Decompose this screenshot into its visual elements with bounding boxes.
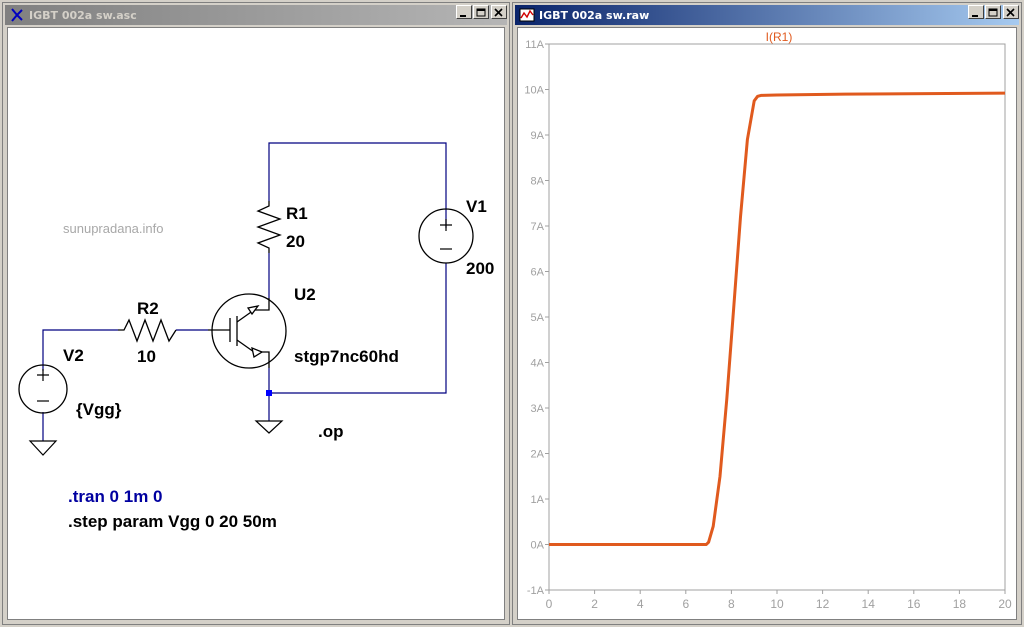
waveform-plot-area[interactable]: -1A 0A 1A 2A 3A 4A 5A 6A 7A 8A 9A 10A 11A 0 2 4 6 8 10 12 14…	[517, 27, 1017, 620]
minimize-button[interactable]	[456, 5, 472, 19]
trace-label-i-r1[interactable]: I(R1)	[766, 30, 793, 44]
waveform-titlebar[interactable]: IGBT 002a sw.raw	[515, 5, 1019, 25]
op-directive[interactable]: .op	[318, 422, 344, 441]
close-icon	[1006, 8, 1015, 17]
wires	[42, 142, 447, 441]
r1-name-label: R1	[286, 204, 308, 223]
y-tick-label: 3A	[531, 403, 545, 415]
trace-i-r1[interactable]	[549, 91, 1006, 546]
v1-value-label: 200	[466, 259, 494, 278]
igbt-u2-symbol[interactable]	[208, 293, 287, 369]
r1-value-label: 20	[286, 232, 305, 251]
step-directive[interactable]: .step param Vgg 0 20 50m	[68, 512, 277, 531]
maximize-button[interactable]	[473, 5, 489, 19]
voltage-source-v2-symbol[interactable]	[18, 364, 68, 414]
x-tick-label: 4	[637, 597, 644, 611]
y-tick-label: 9A	[531, 130, 545, 142]
schematic-canvas[interactable]: R1 20 R2 10 V1 200 V2 {Vgg} U2 stgp7nc60…	[7, 27, 505, 620]
u2-name-label: U2	[294, 285, 316, 304]
junction-dot	[266, 390, 272, 396]
schematic-window-title: IGBT 002a sw.asc	[29, 8, 137, 22]
ground-symbol-emitter	[254, 420, 284, 434]
v1-name-label: V1	[466, 197, 487, 216]
y-tick-label: 2A	[531, 449, 545, 461]
minimize-icon	[972, 15, 978, 17]
y-tick-label: 4A	[531, 358, 545, 370]
maximize-icon	[476, 8, 486, 17]
x-tick-label: 0	[546, 597, 553, 611]
ground-symbol-v2	[28, 440, 58, 456]
x-tick-label: 16	[907, 597, 921, 611]
x-tick-label: 8	[728, 597, 735, 611]
r2-value-label: 10	[137, 347, 156, 366]
r2-name-label: R2	[137, 299, 159, 318]
close-icon	[494, 8, 503, 17]
waveform-window-title: IGBT 002a sw.raw	[539, 8, 650, 22]
y-tick-label: -1A	[527, 585, 545, 597]
x-tick-label: 14	[862, 597, 876, 611]
y-tick-label: 6A	[531, 267, 545, 279]
waveform-chart: -1A 0A 1A 2A 3A 4A 5A 6A 7A 8A 9A 10A 11A 0 2 4 6 8 10 12 14…	[524, 30, 1012, 611]
x-tick-label: 18	[953, 597, 967, 611]
y-tick-label: 0A	[531, 540, 545, 552]
tran-directive[interactable]: .tran 0 1m 0	[68, 487, 163, 506]
minimize-icon	[460, 15, 466, 17]
y-tick-label: 11A	[525, 39, 544, 51]
schematic-window[interactable]: IGBT 002a sw.asc R1 20 R2 10 V1 200 V2 {…	[2, 2, 510, 625]
waveform-viewer-icon	[519, 8, 535, 22]
schematic-drawing: R1 20 R2 10 V1 200 V2 {Vgg} U2 stgp7nc60…	[18, 142, 494, 531]
ltspice-schematic-icon	[11, 8, 23, 22]
minimize-button[interactable]	[968, 5, 984, 19]
y-tick-label: 1A	[531, 494, 545, 506]
x-tick-label: 6	[682, 597, 689, 611]
v2-name-label: V2	[63, 346, 84, 365]
plot-frame	[548, 43, 1006, 591]
y-tick-label: 7A	[531, 221, 545, 233]
watermark-text: sunupradana.info	[63, 221, 163, 236]
u2-model-label: stgp7nc60hd	[294, 347, 399, 366]
y-tick-label: 8A	[531, 176, 545, 188]
x-tick-label: 20	[998, 597, 1012, 611]
maximize-icon	[988, 8, 998, 17]
close-button[interactable]	[491, 5, 507, 19]
resistor-r1-symbol[interactable]	[256, 201, 282, 253]
x-tick-label: 2	[591, 597, 598, 611]
axis-ticks: -1A 0A 1A 2A 3A 4A 5A 6A 7A 8A 9A 10A 11A 0 2 4 6 8 10 12 14…	[524, 39, 1012, 611]
resistor-r2-symbol[interactable]	[118, 318, 177, 343]
x-tick-label: 10	[770, 597, 784, 611]
schematic-titlebar[interactable]: IGBT 002a sw.asc	[5, 5, 507, 25]
close-button[interactable]	[1003, 5, 1019, 19]
x-tick-label: 12	[816, 597, 830, 611]
waveform-window[interactable]: IGBT 002a sw.raw -1A 0A 1A 2A 3A 4A 5A 6A 7A 8A 9A…	[512, 2, 1022, 625]
maximize-button[interactable]	[985, 5, 1001, 19]
y-tick-label: 5A	[531, 312, 545, 324]
y-tick-label: 10A	[524, 85, 544, 97]
v2-value-label: {Vgg}	[76, 400, 122, 419]
